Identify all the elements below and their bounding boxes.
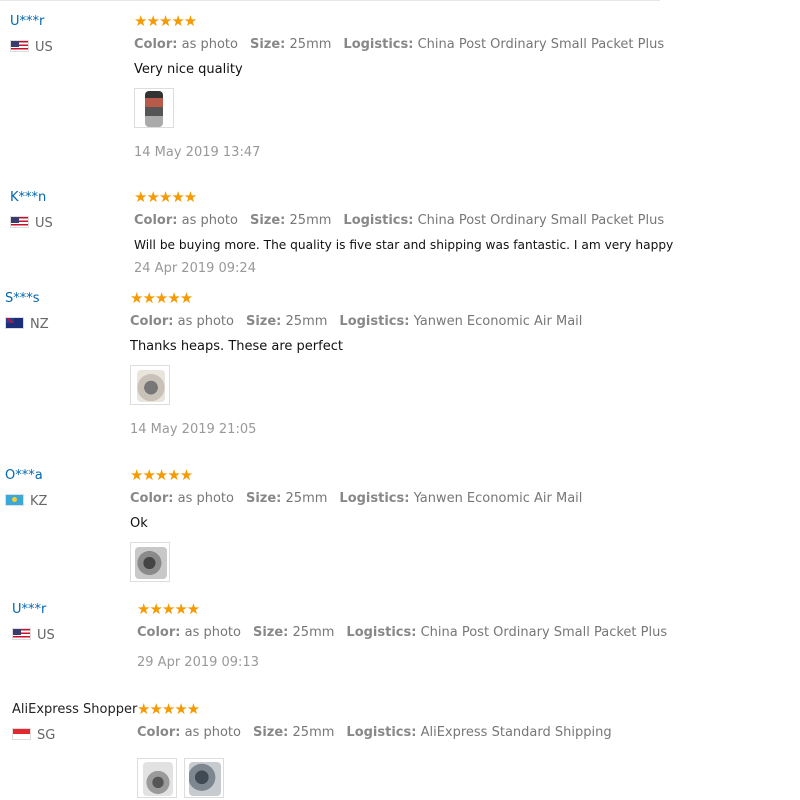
review-date: 29 Apr 2019 09:13 bbox=[137, 655, 259, 670]
review-photo-thumbnail[interactable] bbox=[130, 365, 170, 405]
us-flag-icon bbox=[12, 628, 31, 640]
sg-flag-icon bbox=[12, 728, 31, 740]
nz-flag-icon bbox=[5, 317, 24, 329]
reviewer-name: AliExpress Shopper bbox=[12, 702, 138, 717]
reviewer-name[interactable]: U***r bbox=[12, 602, 46, 617]
top-divider bbox=[0, 0, 660, 1]
reviewer-country: US bbox=[10, 216, 53, 231]
rating-stars: ★★★★★ bbox=[134, 188, 197, 206]
review-attributes: Color: as photo Size: 25mm Logistics: Chin… bbox=[134, 37, 665, 52]
rating-stars: ★★★★★ bbox=[130, 289, 193, 307]
review-text: Will be buying more. The quality is five… bbox=[134, 238, 674, 252]
rating-stars: ★★★★★ bbox=[134, 12, 197, 30]
rating-stars: ★★★★★ bbox=[137, 600, 200, 618]
reviewer-name[interactable]: O***a bbox=[5, 468, 43, 483]
review-attributes: Color: as photo Size: 25mm Logistics: Chin… bbox=[134, 213, 665, 228]
review-photo-thumbnail[interactable] bbox=[134, 88, 174, 128]
reviewer-name[interactable]: U***r bbox=[10, 14, 44, 29]
review-date: 24 Apr 2019 09:24 bbox=[134, 261, 256, 276]
us-flag-icon bbox=[10, 216, 29, 228]
kz-flag-icon bbox=[5, 494, 24, 506]
reviewer-name[interactable]: S***s bbox=[5, 291, 40, 306]
review-date: 14 May 2019 21:05 bbox=[130, 422, 257, 437]
reviewer-country: US bbox=[12, 628, 55, 643]
reviewer-name[interactable]: K***n bbox=[10, 190, 46, 205]
reviewer-country: US bbox=[10, 40, 53, 55]
reviewer-country: KZ bbox=[5, 494, 47, 509]
review-photo-thumbnail[interactable] bbox=[130, 542, 170, 582]
review-text: Thanks heaps. These are perfect bbox=[130, 339, 343, 354]
reviewer-country: SG bbox=[12, 728, 55, 743]
review-text: Very nice quality bbox=[134, 62, 243, 77]
reviewer-country: NZ bbox=[5, 317, 49, 332]
review-text: Ok bbox=[130, 516, 148, 531]
us-flag-icon bbox=[10, 40, 29, 52]
review-photo-thumbnail[interactable] bbox=[137, 758, 177, 798]
rating-stars: ★★★★★ bbox=[130, 466, 193, 484]
review-attributes: Color: as photo Size: 25mm Logistics: Yanw… bbox=[130, 491, 583, 506]
review-attributes: Color: as photo Size: 25mm Logistics: AliE… bbox=[137, 725, 612, 740]
review-attributes: Color: as photo Size: 25mm Logistics: Yanw… bbox=[130, 314, 583, 329]
review-attributes: Color: as photo Size: 25mm Logistics: Chin… bbox=[137, 625, 668, 640]
review-photo-thumbnail[interactable] bbox=[184, 758, 224, 798]
rating-stars: ★★★★★ bbox=[137, 700, 200, 718]
review-date: 14 May 2019 13:47 bbox=[134, 145, 261, 160]
